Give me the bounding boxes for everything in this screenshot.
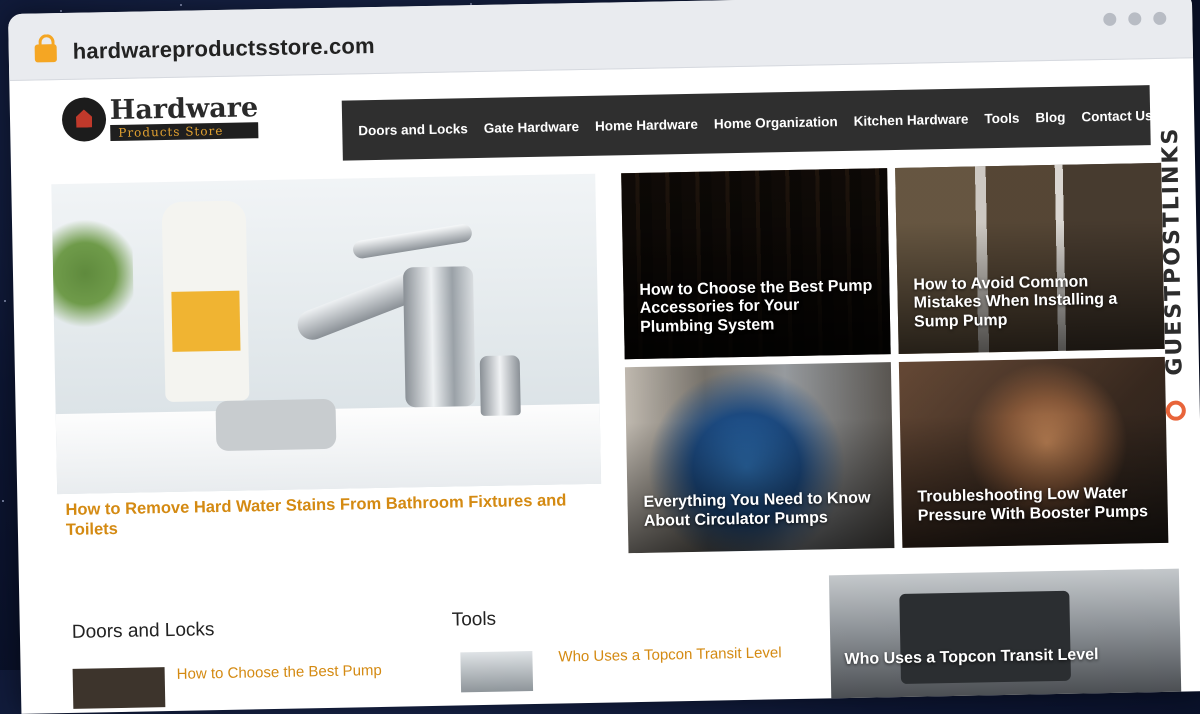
nav-doors-and-locks[interactable]: Doors and Locks [350, 121, 476, 138]
article-card-title: How to Avoid Common Mistakes When Instal… [913, 272, 1118, 331]
logo-emblem-icon [61, 97, 107, 142]
post-thumbnail[interactable] [460, 651, 534, 693]
article-card-title: How to Choose the Best Pump Accessories … [639, 276, 873, 336]
faucet-body-decor [402, 266, 476, 408]
nav-gate-hardware[interactable]: Gate Hardware [476, 118, 588, 136]
post-link[interactable]: Who Uses a Topcon Transit Level [558, 644, 781, 665]
towel-decor [215, 398, 337, 452]
article-card-title: Everything You Need to Know About Circul… [643, 489, 871, 530]
nav-contact-us[interactable]: Contact Us [1073, 107, 1161, 124]
browser-window: hardwareproductsstore.com Hardware Produ… [8, 0, 1200, 714]
article-card[interactable]: Troubleshooting Low Water Pressure With … [898, 356, 1169, 548]
faucet-knob-decor [479, 355, 521, 416]
nav-blog[interactable]: Blog [1027, 109, 1073, 125]
window-dot-icon[interactable] [1128, 12, 1142, 26]
nav-kitchen-hardware[interactable]: Kitchen Hardware [845, 111, 976, 129]
plant-decor [51, 212, 135, 335]
guestpostlinks-watermark: GUESTPOSTLINKS [1152, 110, 1194, 421]
section-title-tools: Tools [451, 608, 497, 631]
window-controls [1103, 11, 1167, 26]
window-dot-icon[interactable] [1103, 12, 1117, 26]
article-card-title: Troubleshooting Low Water Pressure With … [917, 484, 1149, 525]
article-card[interactable]: Everything You Need to Know About Circul… [624, 362, 895, 554]
address-bar[interactable]: hardwareproductsstore.com [72, 33, 375, 65]
nav-home-hardware[interactable]: Home Hardware [587, 116, 706, 133]
hero-article-link[interactable]: How to Remove Hard Water Stains From Bat… [65, 490, 586, 540]
nav-tools[interactable]: Tools [976, 110, 1027, 126]
post-link[interactable]: How to Choose the Best Pump [177, 662, 382, 683]
hero-image[interactable] [51, 173, 602, 495]
faucet-handle-decor [351, 222, 474, 260]
webpage: Hardware Products Store Doors and Locks … [9, 58, 1200, 714]
guestpostlinks-text: GUESTPOSTLINKS [1157, 126, 1188, 376]
window-dot-icon[interactable] [1153, 11, 1167, 26]
article-card[interactable]: How to Avoid Common Mistakes When Instal… [895, 162, 1165, 354]
featured-post-card[interactable]: Who Uses a Topcon Transit Level [828, 568, 1182, 714]
main-nav: Doors and Locks Gate Hardware Home Hardw… [341, 85, 1175, 161]
logo-title: Hardware [109, 92, 259, 127]
site-logo[interactable]: Hardware Products Store [61, 92, 259, 142]
logo-subtitle: Products Store [110, 122, 259, 142]
nav-home-organization[interactable]: Home Organization [706, 113, 846, 131]
bottle-label-decor [171, 290, 241, 352]
article-card[interactable]: How to Choose the Best Pump Accessories … [621, 168, 891, 360]
post-thumbnail[interactable] [72, 667, 166, 709]
section-title-doors-and-locks: Doors and Locks [71, 619, 215, 643]
link-icon [1165, 400, 1187, 421]
lock-icon [34, 44, 57, 63]
